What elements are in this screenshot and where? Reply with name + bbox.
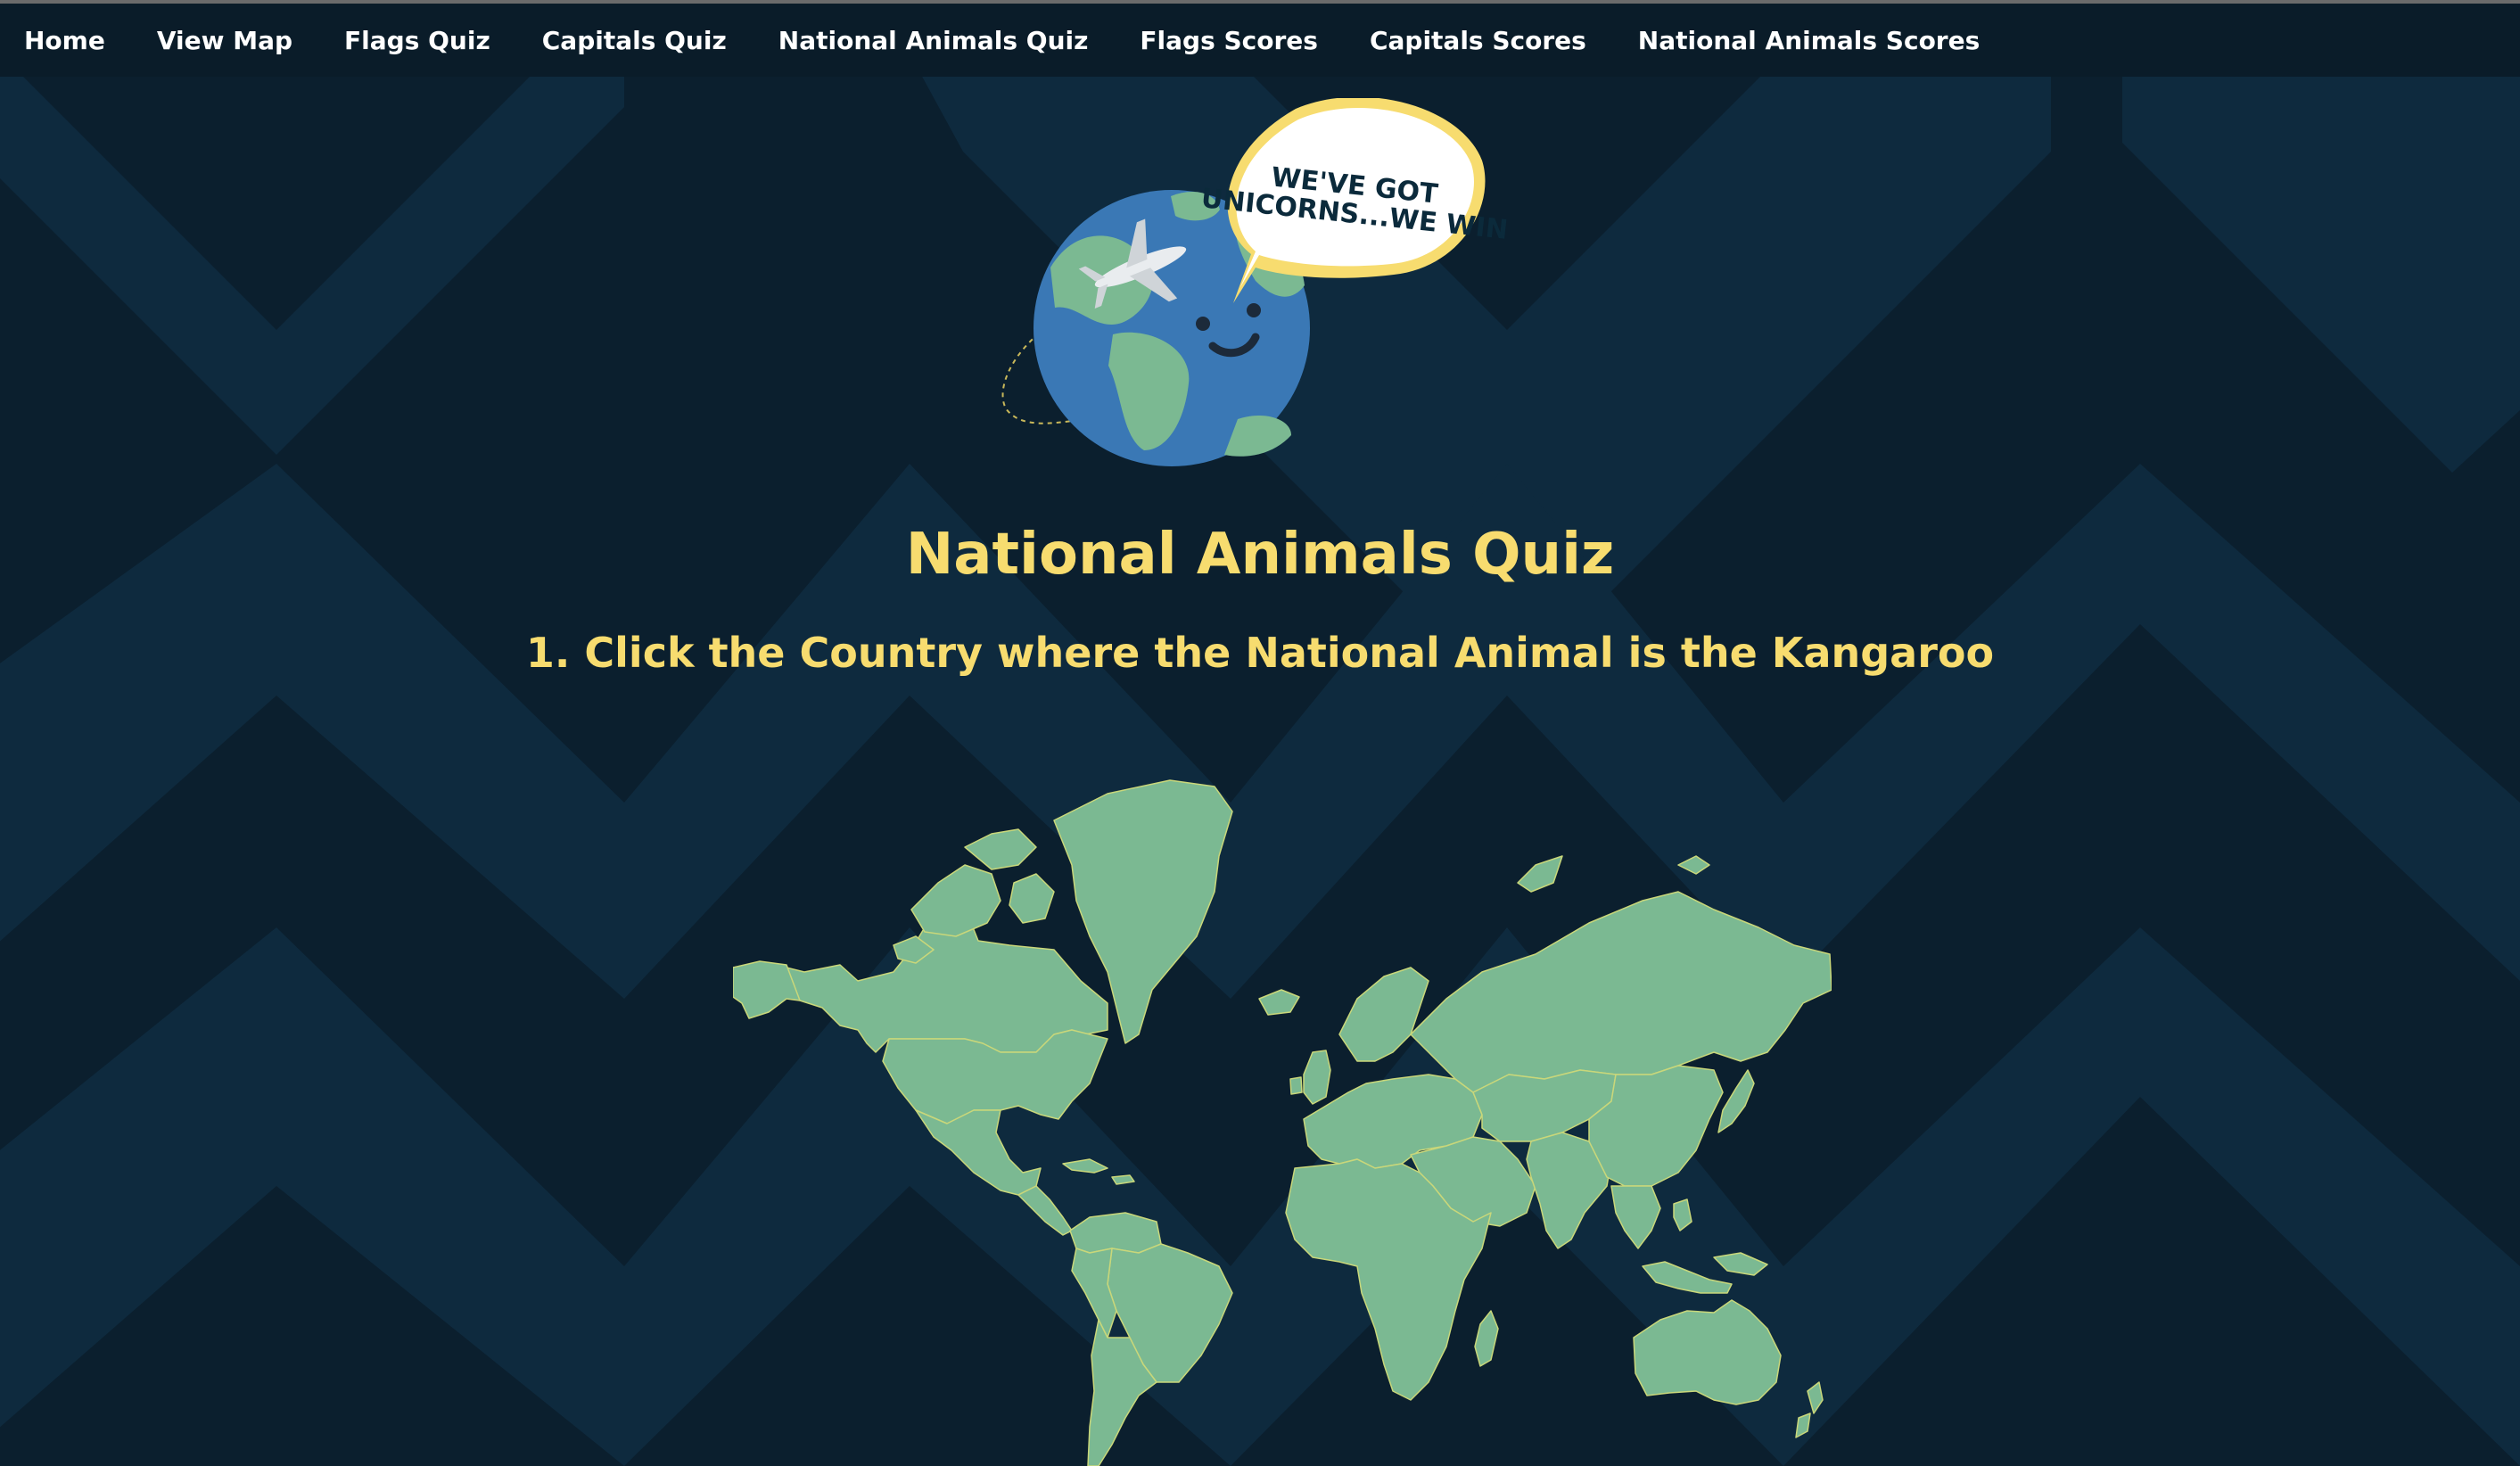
speech-bubble: WE'VE GOT UNICORNS...WE WIN <box>1199 98 1510 303</box>
country-russia[interactable] <box>1410 891 1832 1093</box>
nav-flags-quiz-link[interactable]: Flags Quiz <box>344 26 490 55</box>
nav-view-map-link[interactable]: View Map <box>157 26 292 55</box>
nav-national-animals-scores-link[interactable]: National Animals Scores <box>1638 26 1980 55</box>
country-colombia-venezuela[interactable] <box>1069 1212 1162 1254</box>
country-australia[interactable] <box>1633 1299 1782 1405</box>
indonesia-philippines[interactable] <box>1642 1198 1768 1294</box>
andes-countries[interactable] <box>1071 1248 1117 1338</box>
nav-capitals-quiz-link[interactable]: Capitals Quiz <box>542 26 727 55</box>
nav-national-animals-quiz-link[interactable]: National Animals Quiz <box>778 26 1089 55</box>
country-japan[interactable] <box>1717 1069 1755 1133</box>
nav-home-link[interactable]: Home <box>24 26 105 55</box>
country-uk-ireland[interactable] <box>1289 1050 1331 1105</box>
globe-mascot-logo: WE'VE GOT UNICORNS...WE WIN <box>1001 98 1510 466</box>
nav-capitals-scores-link[interactable]: Capitals Scores <box>1370 26 1586 55</box>
caribbean-islands[interactable] <box>1062 1158 1135 1185</box>
world-map[interactable] <box>733 767 1832 1466</box>
country-mexico[interactable] <box>915 1109 1042 1196</box>
scandinavia[interactable] <box>1338 967 1429 1062</box>
quiz-question: 1. Click the Country where the National … <box>525 629 1995 677</box>
country-new-zealand[interactable] <box>1795 1381 1824 1438</box>
country-madagascar[interactable] <box>1474 1310 1499 1367</box>
arctic-islands-russia[interactable] <box>1517 855 1710 893</box>
quiz-title: National Animals Quiz <box>905 522 1615 588</box>
top-navigation-bar: Home View Map Flags Quiz Capitals Quiz N… <box>0 4 2520 77</box>
nav-flags-scores-link[interactable]: Flags Scores <box>1140 26 1318 55</box>
country-iceland[interactable] <box>1258 989 1300 1016</box>
central-america[interactable] <box>1017 1185 1073 1236</box>
southeast-asia[interactable] <box>1610 1185 1661 1249</box>
